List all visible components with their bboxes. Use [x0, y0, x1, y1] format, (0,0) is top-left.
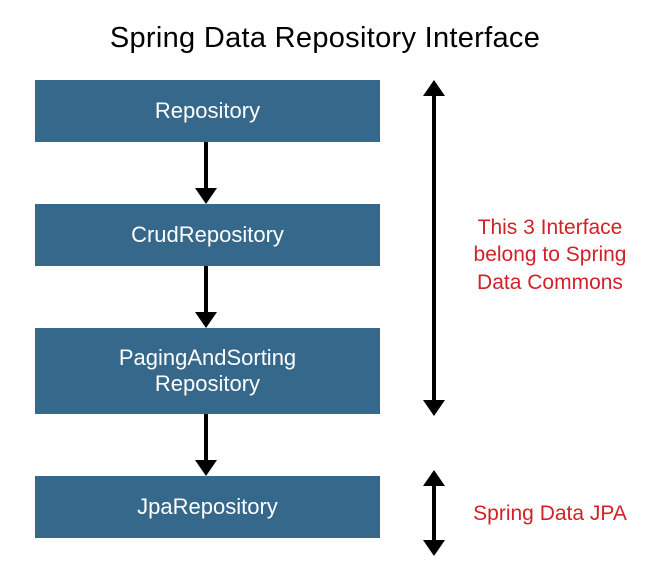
box-crud-repository: CrudRepository [35, 204, 380, 266]
box-jpa-repository: JpaRepository [35, 476, 380, 538]
box-repository: Repository [35, 80, 380, 142]
annotation-commons: This 3 Interface belong to Spring Data C… [462, 214, 638, 296]
diagram-title: Spring Data Repository Interface [0, 22, 650, 55]
box-paging-sorting-repository: PagingAndSortingRepository [35, 328, 380, 414]
annotation-jpa: Spring Data JPA [462, 500, 638, 527]
